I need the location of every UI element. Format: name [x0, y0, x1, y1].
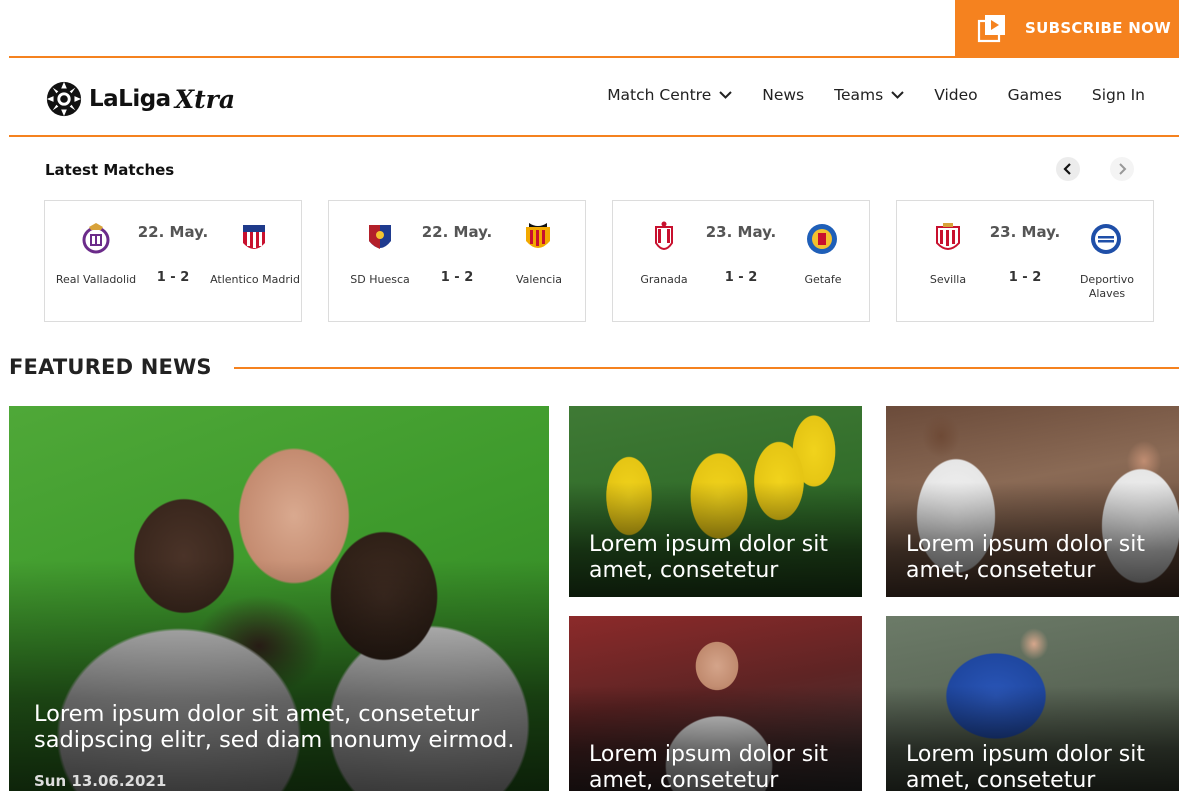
nav-label: News: [762, 86, 805, 104]
article-headline: Lorem ipsum dolor sit amet, consetetur: [589, 532, 828, 583]
nav-news[interactable]: News: [762, 86, 804, 104]
chevron-down-icon: [891, 91, 904, 99]
getafe-crest-icon: [807, 224, 837, 254]
chevron-right-icon: [1119, 163, 1127, 175]
home-team-name: SD Huesca: [350, 273, 410, 286]
match-card[interactable]: 22. May. 1 - 2 Real Valladolid Atlentico…: [44, 200, 302, 322]
nav-label: Teams: [834, 86, 884, 104]
nav-video[interactable]: Video: [934, 86, 977, 104]
featured-article[interactable]: Lorem ipsum dolor sit amet, consetetur: [886, 616, 1179, 791]
subscribe-label: SUBSCRIBE NOW: [1025, 19, 1172, 37]
nav-label: Match Centre: [607, 86, 712, 104]
valencia-crest-icon: [526, 223, 550, 248]
away-team-name: Getafe: [804, 273, 842, 286]
header-bottom-divider: [9, 135, 1179, 137]
home-team-name: Real Valladolid: [55, 273, 137, 286]
home-team-name: Sevilla: [929, 273, 967, 286]
match-card[interactable]: 23. May. 1 - 2 Deportivo Alaves Sevilla: [896, 200, 1154, 322]
chevron-down-icon: [719, 91, 732, 99]
deportivo-alaves-crest-icon: [1091, 224, 1121, 254]
article-date: Sun 13.06.2021: [34, 772, 167, 790]
featured-news-title: FEATURED NEWS: [9, 355, 212, 379]
match-card[interactable]: 22. May. 1 - 2 SD Huesca Valencia: [328, 200, 586, 322]
nav-teams[interactable]: Teams: [834, 86, 904, 104]
match-card[interactable]: 23. May. 1 - 2 Granada Getafe: [612, 200, 870, 322]
header-top-divider: [9, 56, 1179, 58]
article-headline: Lorem ipsum dolor sit amet, consetetur: [589, 742, 828, 791]
chevron-left-icon: [1063, 163, 1071, 175]
video-play-icon: [977, 15, 1005, 43]
featured-article[interactable]: Lorem ipsum dolor sit amet, consetetur: [886, 406, 1179, 597]
article-headline: Lorem ipsum dolor sit amet, consetetur: [906, 742, 1145, 791]
laliga-xtra-logo[interactable]: LaLiga Xtra: [45, 78, 235, 120]
away-team-name: Valencia: [515, 273, 563, 286]
subscribe-now-button[interactable]: SUBSCRIBE NOW: [955, 0, 1179, 56]
logo-accent-text: Xtra: [174, 84, 236, 114]
nav-label: Video: [934, 86, 978, 104]
atletico-madrid-crest-icon: [243, 225, 265, 249]
article-headline: Lorem ipsum dolor sit amet, consetetur s…: [34, 701, 515, 753]
nav-sign-in[interactable]: Sign In: [1092, 86, 1145, 104]
featured-main-article[interactable]: Lorem ipsum dolor sit amet, consetetur s…: [9, 406, 549, 791]
latest-matches-title: Latest Matches: [45, 161, 175, 179]
away-team-name: Deportivo Alaves: [1079, 273, 1135, 300]
logo-wordmark: LaLiga: [89, 86, 171, 112]
home-team-name: Granada: [640, 273, 688, 286]
carousel-next-button[interactable]: [1110, 157, 1134, 181]
away-team-name: Atlentico Madrid: [210, 273, 300, 286]
featured-article[interactable]: Lorem ipsum dolor sit amet, consetetur: [569, 406, 862, 597]
carousel-prev-button[interactable]: [1056, 157, 1080, 181]
featured-news-divider: [234, 367, 1179, 369]
football-logo-icon: [46, 81, 82, 117]
nav-label: Games: [1007, 86, 1062, 104]
featured-article[interactable]: Lorem ipsum dolor sit amet, consetetur: [569, 616, 862, 791]
main-nav: Match Centre News Teams Video Games Sign…: [607, 86, 1145, 104]
nav-games[interactable]: Games: [1008, 86, 1062, 104]
image-overlay: [9, 560, 549, 791]
nav-label: Sign In: [1091, 86, 1145, 104]
article-headline: Lorem ipsum dolor sit amet, consetetur: [906, 532, 1145, 583]
nav-match-centre[interactable]: Match Centre: [607, 86, 732, 104]
